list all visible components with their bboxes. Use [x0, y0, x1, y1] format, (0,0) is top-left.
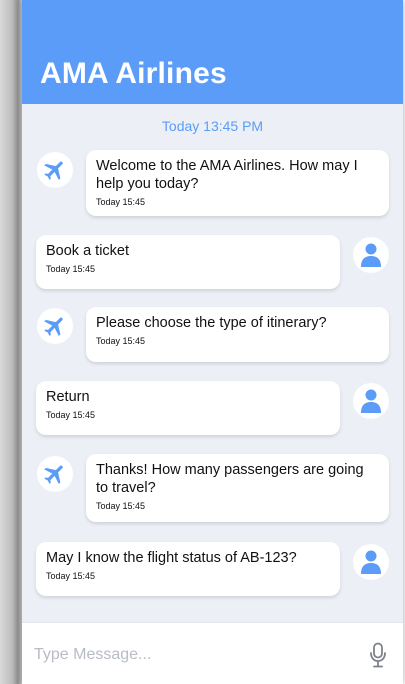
airplane-icon — [44, 317, 63, 336]
microphone-icon — [370, 642, 386, 668]
message-text: Please choose the type of itinerary? — [96, 315, 327, 331]
app-header: AMA Airlines — [22, 0, 403, 104]
message-composer — [22, 622, 403, 684]
message-bubble: Please choose the type of itinerary? Tod… — [86, 307, 389, 362]
message-time: Today 15:45 — [46, 571, 96, 581]
airplane-icon — [44, 465, 63, 484]
user-avatar — [353, 544, 389, 580]
date-separator: Today 13:45 PM — [161, 118, 264, 134]
user-avatar — [353, 237, 389, 273]
message-bubble: Thanks! How many passengers are going to… — [86, 454, 389, 522]
message-text: Return — [46, 389, 90, 405]
message-text: May I know the flight status of AB-123? — [46, 550, 297, 566]
message-time: Today 15:45 — [46, 410, 96, 420]
chat-app: AMA Airlines Today 13:45 PM Welcome to t… — [22, 0, 403, 684]
message-text: Welcome to the AMA Airlines. How may I h… — [96, 158, 358, 192]
microphone-button[interactable] — [368, 641, 388, 669]
message-text: Thanks! How many passengers are going to… — [96, 462, 364, 496]
message-input[interactable] — [34, 643, 334, 667]
device-bezel — [0, 0, 22, 684]
app-title: AMA Airlines — [40, 57, 227, 90]
message-text: Book a ticket — [46, 243, 130, 259]
message-time: Today 15:45 — [96, 197, 146, 207]
user-icon — [361, 389, 381, 413]
bot-avatar — [37, 152, 73, 188]
message-time: Today 15:45 — [96, 501, 146, 511]
message-bubble: Return Today 15:45 — [36, 381, 340, 435]
user-avatar — [353, 383, 389, 419]
message-time: Today 15:45 — [96, 336, 146, 346]
message-time: Today 15:45 — [46, 264, 96, 274]
message-bubble: May I know the flight status of AB-123? … — [36, 542, 340, 596]
message-bubble: Welcome to the AMA Airlines. How may I h… — [86, 150, 389, 216]
user-icon — [361, 550, 381, 574]
bot-avatar — [37, 456, 73, 492]
message-bubble: Book a ticket Today 15:45 — [36, 235, 340, 289]
airplane-icon — [44, 161, 63, 180]
screen: AMA Airlines Today 13:45 PM Welcome to t… — [0, 0, 405, 684]
user-icon — [361, 243, 381, 267]
bot-avatar — [37, 308, 73, 344]
